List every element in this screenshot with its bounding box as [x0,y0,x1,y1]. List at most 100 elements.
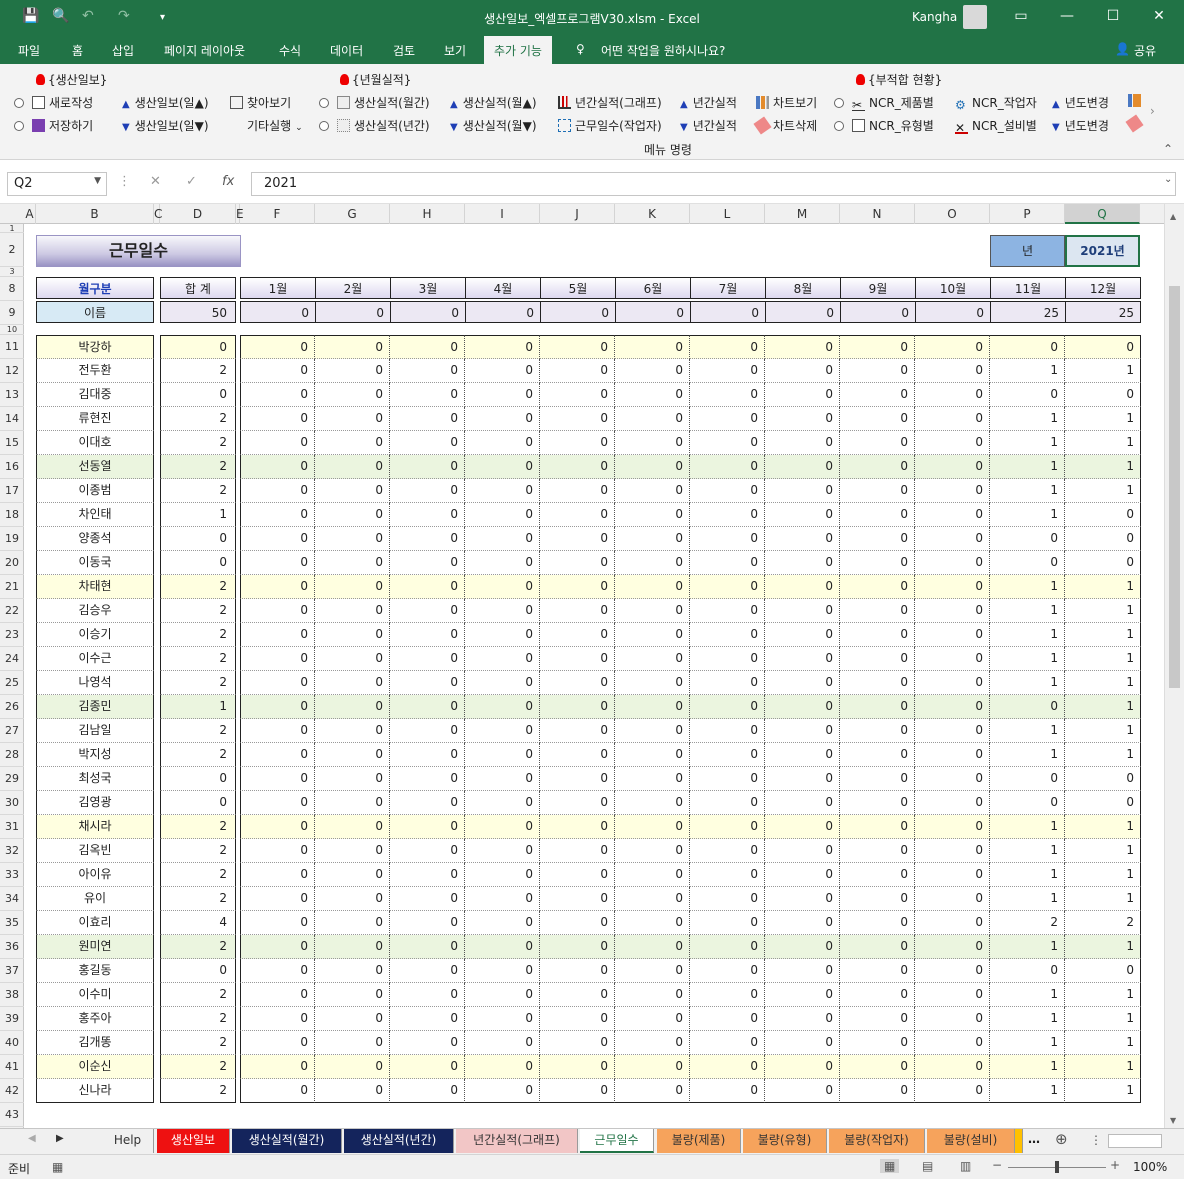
month-value-cell[interactable]: 1 [1065,359,1141,383]
worker-total-cell[interactable]: 0 [160,527,236,551]
month-value-cell[interactable]: 0 [390,1007,465,1031]
worker-name-cell[interactable]: 홍주아 [36,1007,154,1031]
next-sheet-icon[interactable]: ▶ [56,1133,64,1144]
month-value-cell[interactable]: 0 [390,671,465,695]
month-value-cell[interactable]: 0 [765,815,840,839]
tab-review[interactable]: 검토 [393,42,415,59]
month-value-cell[interactable]: 1 [1065,575,1141,599]
month-value-cell[interactable]: 1 [990,1007,1065,1031]
column-header-q[interactable]: Q [1065,204,1140,224]
month-value-cell[interactable]: 0 [615,791,690,815]
column-header-l[interactable]: L [690,204,765,224]
month-value-cell[interactable]: 0 [540,359,615,383]
month-value-cell[interactable]: 0 [765,647,840,671]
daily-down-button[interactable]: ▼ 생산일보(일▼) [122,117,209,134]
month-value-cell[interactable]: 0 [615,1007,690,1031]
worker-name-cell[interactable]: 유이 [36,887,154,911]
month-value-cell[interactable]: 1 [1065,743,1141,767]
month-value-cell[interactable]: 0 [465,767,540,791]
worker-total-cell[interactable]: 0 [160,791,236,815]
month-value-cell[interactable]: 2 [1065,911,1141,935]
month-value-cell[interactable]: 0 [990,695,1065,719]
month-value-cell[interactable]: 1 [1065,599,1141,623]
column-header-p[interactable]: P [990,204,1065,224]
month-header[interactable]: 4월 [465,277,541,299]
month-value-cell[interactable]: 0 [540,743,615,767]
month-value-cell[interactable]: 0 [765,935,840,959]
month-value-cell[interactable]: 0 [990,383,1065,407]
month-value-cell[interactable]: 0 [840,431,915,455]
month-value-cell[interactable]: 0 [240,575,315,599]
save-sheet-button[interactable]: 저장하기 [14,117,93,134]
month-value-cell[interactable]: 0 [540,527,615,551]
month-value-cell[interactable]: 1 [1065,431,1141,455]
month-total[interactable]: 0 [390,301,466,323]
month-value-cell[interactable]: 0 [690,983,765,1007]
month-value-cell[interactable]: 0 [540,1079,615,1103]
share-icon[interactable]: 👤 [1115,42,1130,56]
month-value-cell[interactable]: 0 [840,599,915,623]
month-value-cell[interactable]: 0 [615,335,690,359]
month-value-cell[interactable]: 1 [990,671,1065,695]
month-value-cell[interactable]: 0 [990,767,1065,791]
month-value-cell[interactable]: 0 [615,527,690,551]
month-header[interactable]: 2월 [315,277,391,299]
month-value-cell[interactable]: 0 [915,407,990,431]
zoom-out-icon[interactable]: − [992,1158,1002,1172]
row-header[interactable]: 13 [0,383,24,407]
month-value-cell[interactable]: 0 [915,599,990,623]
month-value-cell[interactable]: 0 [765,791,840,815]
month-value-cell[interactable]: 0 [315,527,390,551]
month-value-cell[interactable]: 0 [765,431,840,455]
row-header[interactable]: 8 [0,277,24,301]
month-value-cell[interactable]: 0 [765,863,840,887]
month-value-cell[interactable]: 0 [765,695,840,719]
month-value-cell[interactable]: 0 [615,767,690,791]
month-value-cell[interactable]: 1 [1065,671,1141,695]
row-header[interactable]: 10 [0,325,24,335]
chart-icon[interactable] [1128,94,1145,108]
minimize-icon[interactable]: — [1052,8,1082,24]
month-value-cell[interactable]: 0 [915,479,990,503]
worker-total-cell[interactable]: 2 [160,671,236,695]
share-button[interactable]: 공유 [1134,42,1156,59]
worker-name-cell[interactable]: 이동국 [36,551,154,575]
worker-total-cell[interactable]: 2 [160,935,236,959]
sheet-tab[interactable]: 불량(제품) [657,1129,741,1153]
month-value-cell[interactable]: 0 [915,935,990,959]
month-value-cell[interactable]: 0 [765,1079,840,1103]
month-value-cell[interactable]: 0 [915,671,990,695]
month-value-cell[interactable]: 0 [465,1007,540,1031]
month-value-cell[interactable]: 1 [990,1031,1065,1055]
page-layout-view-icon[interactable]: ▤ [922,1159,933,1173]
month-value-cell[interactable]: 0 [540,959,615,983]
month-value-cell[interactable]: 0 [390,911,465,935]
month-value-cell[interactable]: 1 [1065,695,1141,719]
formula-input[interactable]: 2021 [251,172,1176,196]
sheet-tab[interactable]: 불량(유형) [743,1129,827,1153]
worker-name-cell[interactable]: 이수미 [36,983,154,1007]
month-value-cell[interactable]: 1 [990,839,1065,863]
month-value-cell[interactable]: 0 [240,407,315,431]
month-value-cell[interactable]: 0 [240,887,315,911]
worker-total-cell[interactable]: 2 [160,719,236,743]
worker-total-cell[interactable]: 2 [160,1079,236,1103]
month-value-cell[interactable]: 0 [240,791,315,815]
month-value-cell[interactable]: 0 [915,911,990,935]
month-value-cell[interactable]: 1 [990,359,1065,383]
row-header[interactable]: 1 [0,224,24,233]
row-header[interactable]: 18 [0,503,24,527]
row-header[interactable]: 32 [0,839,24,863]
month-value-cell[interactable]: 0 [765,599,840,623]
month-value-cell[interactable]: 0 [915,743,990,767]
month-total[interactable]: 0 [540,301,616,323]
worker-name-cell[interactable]: 이수근 [36,647,154,671]
month-value-cell[interactable]: 0 [465,479,540,503]
month-value-cell[interactable]: 0 [315,623,390,647]
tell-me-search[interactable]: 어떤 작업을 원하시나요? [601,42,725,59]
month-value-cell[interactable]: 0 [390,791,465,815]
total-all[interactable]: 50 [160,301,236,323]
month-value-cell[interactable]: 0 [240,863,315,887]
month-value-cell[interactable]: 1 [1065,839,1141,863]
month-value-cell[interactable]: 0 [315,671,390,695]
